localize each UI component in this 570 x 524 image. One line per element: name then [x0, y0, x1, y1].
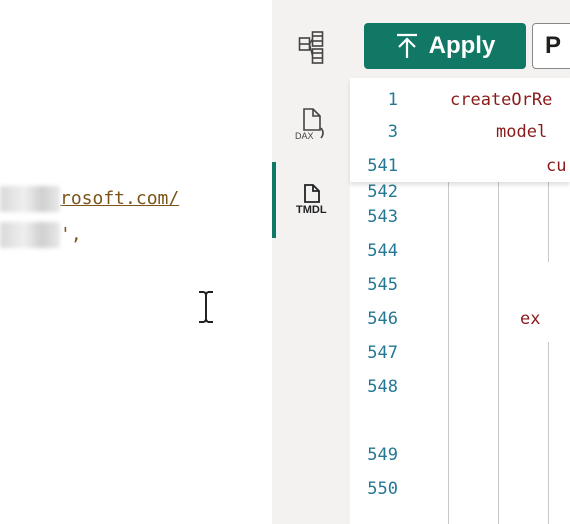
- indent-guide: [498, 182, 499, 524]
- secondary-button[interactable]: P: [532, 23, 570, 69]
- line-number: 1: [387, 90, 398, 110]
- sidebar-item-model-view[interactable]: [272, 30, 350, 66]
- apply-button[interactable]: Apply: [364, 23, 526, 69]
- sidebar-item-tmdl[interactable]: TMDL: [272, 182, 350, 218]
- code-line-text: ex: [520, 309, 541, 329]
- app-window: rosoft.com/ ', DAX TMDL Apply P 542 543 …: [0, 0, 570, 524]
- line-number: 544: [367, 241, 398, 261]
- sticky-scroll-header[interactable]: 1 createOrRe 3 model 541 cu: [350, 78, 570, 182]
- line-number: 548: [367, 377, 398, 397]
- redacted-text: [0, 222, 60, 248]
- text-cursor-icon: [199, 291, 213, 323]
- tmdl-icon: TMDL: [296, 184, 327, 216]
- code-line-string: ',: [0, 222, 82, 248]
- url-text[interactable]: rosoft.com/: [60, 188, 179, 209]
- indent-guide: [548, 342, 549, 524]
- line-number: 542: [367, 182, 398, 202]
- line-number: 550: [367, 479, 398, 499]
- line-number: 543: [367, 207, 398, 227]
- sticky-code-line[interactable]: model: [496, 122, 547, 142]
- code-line-url: rosoft.com/: [0, 186, 179, 212]
- secondary-button-label: P: [545, 32, 562, 59]
- model-view-icon: [298, 31, 324, 64]
- line-number: 545: [367, 275, 398, 295]
- tmdl-label: TMDL: [296, 204, 327, 216]
- apply-up-arrow-icon: [396, 33, 417, 58]
- code-panel: Apply P 542 543 544 545 546 ex 547 548 5…: [350, 0, 570, 524]
- dax-query-icon: DAX: [295, 108, 324, 141]
- line-number: 3: [387, 122, 398, 142]
- line-number: 546: [367, 309, 398, 329]
- apply-label: Apply: [428, 32, 496, 59]
- line-number: 547: [367, 343, 398, 363]
- line-number: 541: [367, 156, 398, 176]
- sidebar-item-dax[interactable]: DAX: [272, 106, 350, 142]
- indent-guide: [548, 182, 549, 262]
- indent-guide: [448, 182, 449, 524]
- dax-label: DAX: [295, 131, 314, 141]
- toolbar: Apply P: [350, 0, 570, 79]
- line-number: 549: [367, 445, 398, 465]
- sticky-code-line[interactable]: cu: [546, 156, 566, 176]
- left-editor[interactable]: rosoft.com/ ',: [0, 0, 272, 524]
- view-sidebar: DAX TMDL: [272, 0, 350, 524]
- redacted-text: [0, 186, 60, 212]
- sticky-code-line[interactable]: createOrRe: [450, 90, 552, 110]
- string-end-text: ',: [60, 224, 82, 245]
